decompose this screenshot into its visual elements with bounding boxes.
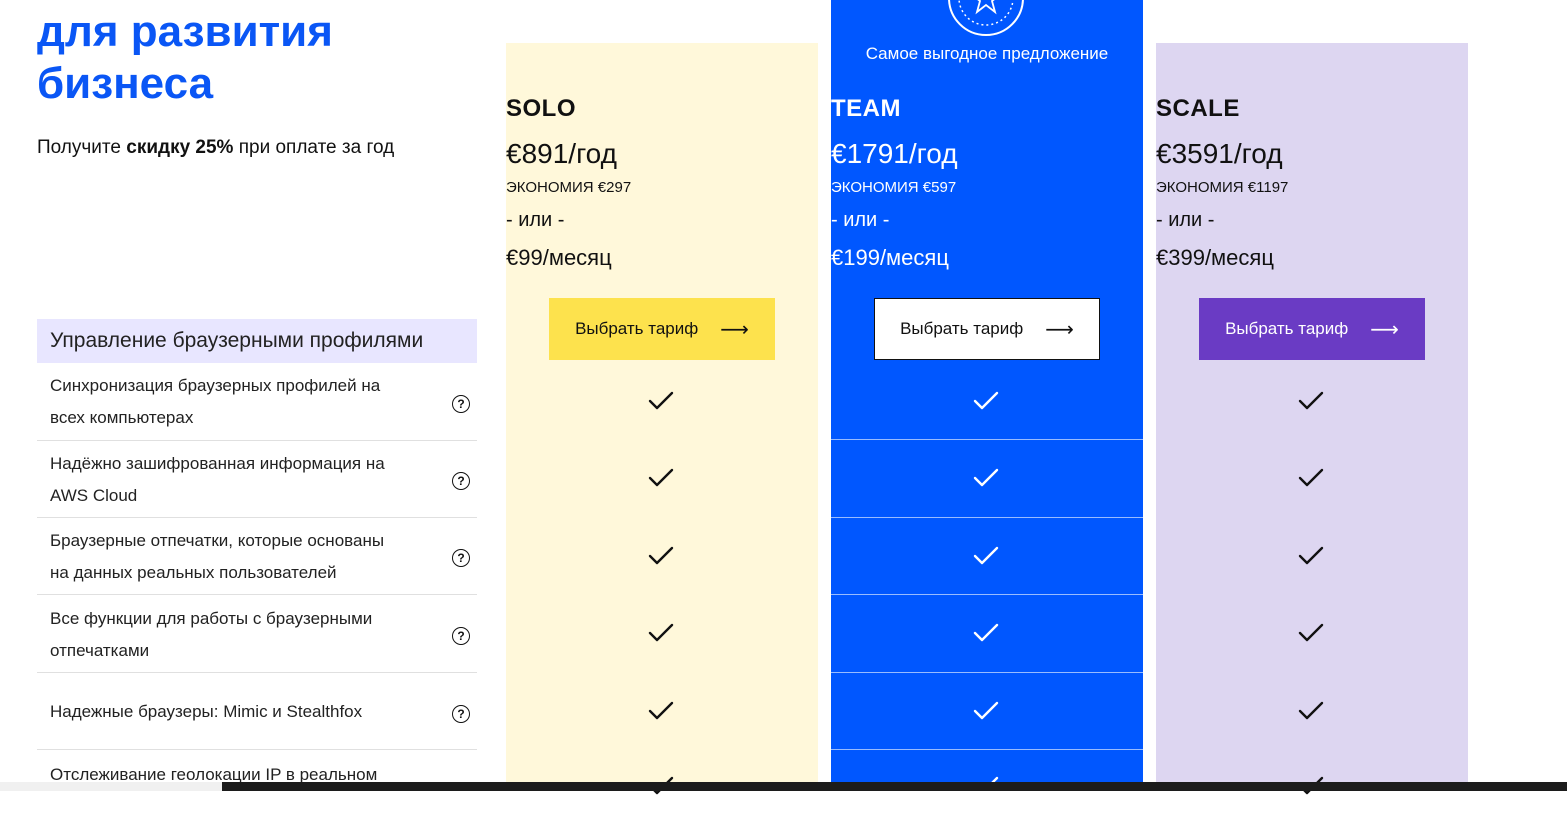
discount-subtitle: Получите скидку 25% при оплате за год <box>37 137 394 159</box>
plan-name: SOLO <box>506 95 577 122</box>
plan-name: SCALE <box>1156 95 1240 122</box>
plan-monthly-price: €399/месяц <box>1156 245 1274 270</box>
arrow-right-icon: ⟶ <box>1045 318 1074 341</box>
check-icon <box>1296 622 1326 644</box>
feature-row: Все функции для работы с браузерными отпе… <box>37 595 477 673</box>
check-icon <box>1296 545 1326 567</box>
button-label: Выбрать тариф <box>575 319 699 338</box>
check-icon <box>646 545 676 567</box>
row-divider <box>831 594 1143 595</box>
check-icon <box>971 545 1001 567</box>
hero-title-line-1: для развития <box>37 7 333 56</box>
plan-name: TEAM <box>831 95 901 122</box>
check-icon <box>646 467 676 489</box>
arrow-right-icon: ⟶ <box>720 318 749 341</box>
button-label: Выбрать тариф <box>1225 319 1349 338</box>
feature-label: Синхронизация браузерных профилей на всех… <box>50 376 381 427</box>
check-icon <box>971 622 1001 644</box>
check-icon <box>971 467 1001 489</box>
feature-label: Надёжно зашифрованная информация на AWS C… <box>50 454 385 505</box>
plan-monthly-price: €99/месяц <box>506 245 612 270</box>
plan-or-separator: - или - <box>1156 209 1215 231</box>
check-icon <box>1296 700 1326 722</box>
row-divider <box>831 672 1143 673</box>
check-icon <box>646 390 676 412</box>
check-icon <box>646 622 676 644</box>
plan-or-separator: - или - <box>831 209 890 231</box>
feature-label: Все функции для работы с браузерными отпе… <box>50 609 373 660</box>
subtitle-pre: Получите <box>37 137 127 158</box>
plan-monthly-price: €199/месяц <box>831 245 949 270</box>
feature-row: Надежные браузеры: Mimic и Stealthfox ? <box>37 672 477 750</box>
feature-label: Надежные браузеры: Mimic и Stealthfox <box>50 702 363 721</box>
plan-saving: ЭКОНОМИЯ €1197 <box>1156 179 1289 196</box>
row-divider <box>831 749 1143 750</box>
question-circle-icon[interactable]: ? <box>452 549 470 567</box>
horizontal-scrollbar[interactable] <box>222 782 1567 791</box>
check-icon <box>1296 390 1326 412</box>
check-icon <box>971 390 1001 412</box>
arrow-right-icon: ⟶ <box>1370 318 1399 341</box>
button-label: Выбрать тариф <box>900 319 1024 338</box>
hero-title-line-2: бизнеса <box>37 59 214 108</box>
select-plan-team-button[interactable]: Выбрать тариф ⟶ <box>874 298 1100 360</box>
question-circle-icon[interactable]: ? <box>452 627 470 645</box>
question-circle-icon[interactable]: ? <box>452 705 470 723</box>
plan-yearly-price: €891/год <box>506 138 617 169</box>
feature-row: Браузерные отпечатки, которые основаны на… <box>37 517 477 595</box>
check-icon <box>1296 467 1326 489</box>
plan-saving: ЭКОНОМИЯ €597 <box>831 179 957 196</box>
question-circle-icon[interactable]: ? <box>452 395 470 413</box>
check-icon <box>971 700 1001 722</box>
feature-row: Синхронизация браузерных профилей на всех… <box>37 363 477 441</box>
plan-saving: ЭКОНОМИЯ €297 <box>506 179 632 196</box>
hero-title: для развития бизнеса <box>37 6 333 110</box>
star-badge-icon <box>948 0 1024 36</box>
discount-amount: скидку 25% <box>126 137 234 158</box>
plan-or-separator: - или - <box>506 209 565 231</box>
plan-yearly-price: €1791/год <box>831 138 958 169</box>
scrollbar-track <box>0 782 222 791</box>
plan-yearly-price: €3591/год <box>1156 138 1283 169</box>
question-circle-icon[interactable]: ? <box>452 472 470 490</box>
select-plan-solo-button[interactable]: Выбрать тариф ⟶ <box>549 298 775 360</box>
check-icon <box>646 700 676 722</box>
row-divider <box>831 517 1143 518</box>
select-plan-scale-button[interactable]: Выбрать тариф ⟶ <box>1199 298 1425 360</box>
subtitle-post: при оплате за год <box>233 137 395 158</box>
feature-row: Надёжно зашифрованная информация на AWS C… <box>37 440 477 518</box>
row-divider <box>831 439 1143 440</box>
best-offer-label: Самое выгодное предложение <box>865 44 1109 63</box>
section-title: Управление браузерными профилями <box>37 319 477 363</box>
feature-label: Браузерные отпечатки, которые основаны на… <box>50 531 385 582</box>
